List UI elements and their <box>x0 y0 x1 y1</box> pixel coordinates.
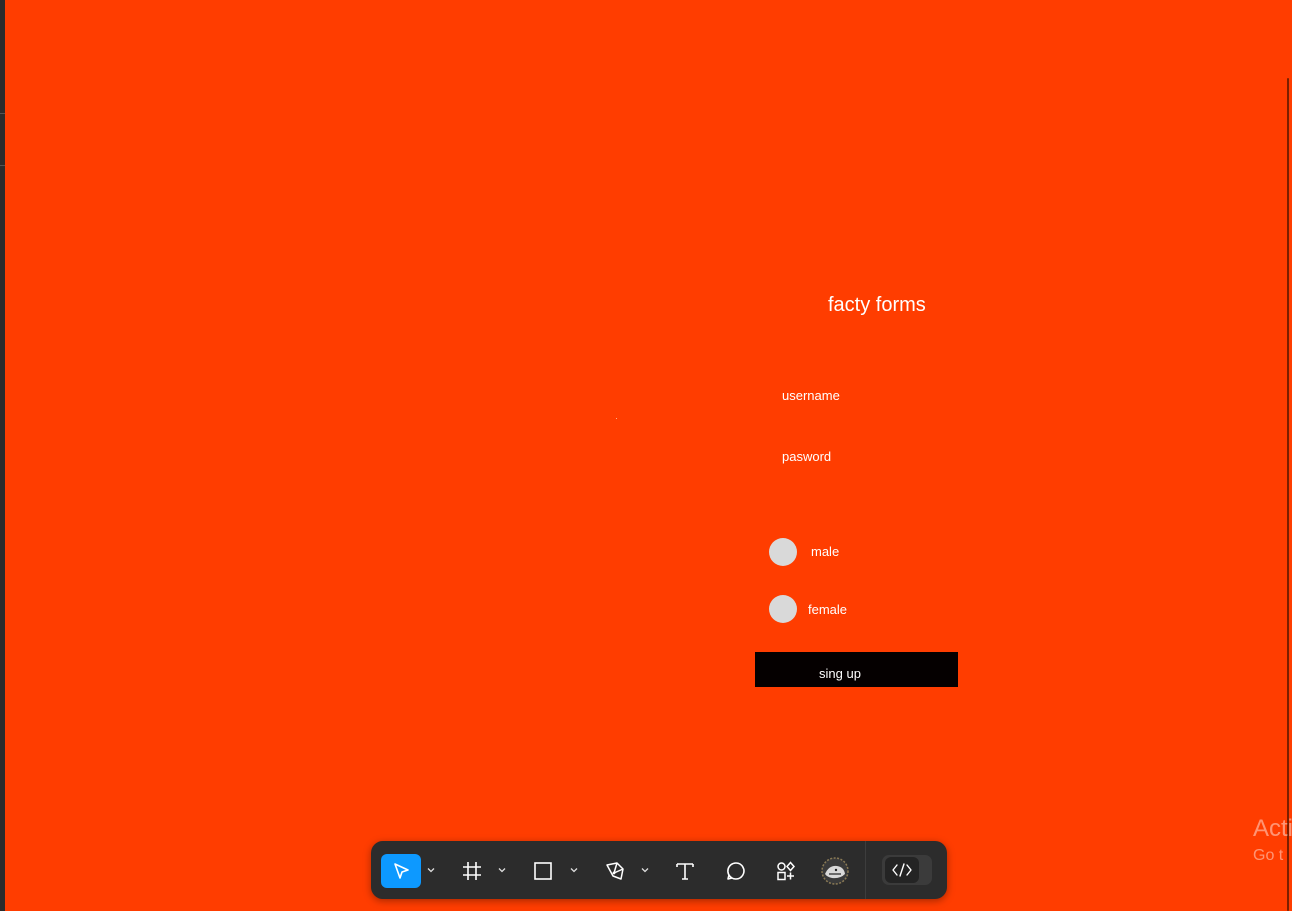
comment-icon <box>727 862 745 880</box>
chevron-down-icon[interactable] <box>426 865 436 875</box>
pen-tool[interactable] <box>595 854 635 888</box>
password-label: pasword <box>782 449 832 464</box>
toolbar-divider <box>865 841 866 899</box>
watermark-line2: Go t <box>1253 847 1284 864</box>
signup-label: sing up <box>819 666 861 681</box>
text-icon <box>676 863 694 880</box>
code-icon <box>892 863 912 877</box>
watermark-line1: Acti <box>1253 815 1292 842</box>
form-title: facty forms <box>828 294 926 316</box>
move-tool[interactable] <box>381 854 421 888</box>
panel-divider <box>0 165 5 166</box>
frame-tool[interactable] <box>452 854 492 888</box>
radio-female-label: female <box>808 602 848 617</box>
pen-icon <box>606 862 624 880</box>
text-tool[interactable] <box>665 854 705 888</box>
radio-male-label: male <box>811 544 840 559</box>
frame-icon <box>463 862 481 880</box>
signup-button[interactable]: sing up <box>755 652 958 687</box>
chevron-down-icon[interactable] <box>640 865 650 875</box>
chevron-down-icon[interactable] <box>497 865 507 875</box>
shapes-plus-icon <box>777 861 795 881</box>
left-panel-edge <box>0 0 5 911</box>
bottom-toolbar <box>371 841 947 899</box>
windows-activation-watermark: Acti Go t <box>1253 815 1292 865</box>
username-field[interactable]: username <box>782 388 840 403</box>
chevron-down-icon[interactable] <box>569 865 579 875</box>
plugin-avatar[interactable] <box>815 854 855 888</box>
radio-female[interactable] <box>769 595 797 623</box>
canvas-dot <box>616 418 617 419</box>
password-field[interactable]: pasword <box>782 449 831 464</box>
rectangle-icon <box>534 862 552 880</box>
toggle-knob[interactable] <box>885 857 919 883</box>
scrollbar-track[interactable] <box>1287 78 1289 911</box>
dev-mode-toggle[interactable] <box>882 855 932 885</box>
comment-tool[interactable] <box>716 854 756 888</box>
assets-tool[interactable] <box>766 854 806 888</box>
avatar-icon <box>821 857 849 885</box>
panel-divider <box>0 113 5 114</box>
radio-male[interactable] <box>769 538 797 566</box>
rectangle-tool[interactable] <box>523 854 563 888</box>
cursor-icon <box>394 863 409 879</box>
vertical-scrollbar[interactable] <box>1284 78 1292 911</box>
username-label: username <box>782 388 840 403</box>
